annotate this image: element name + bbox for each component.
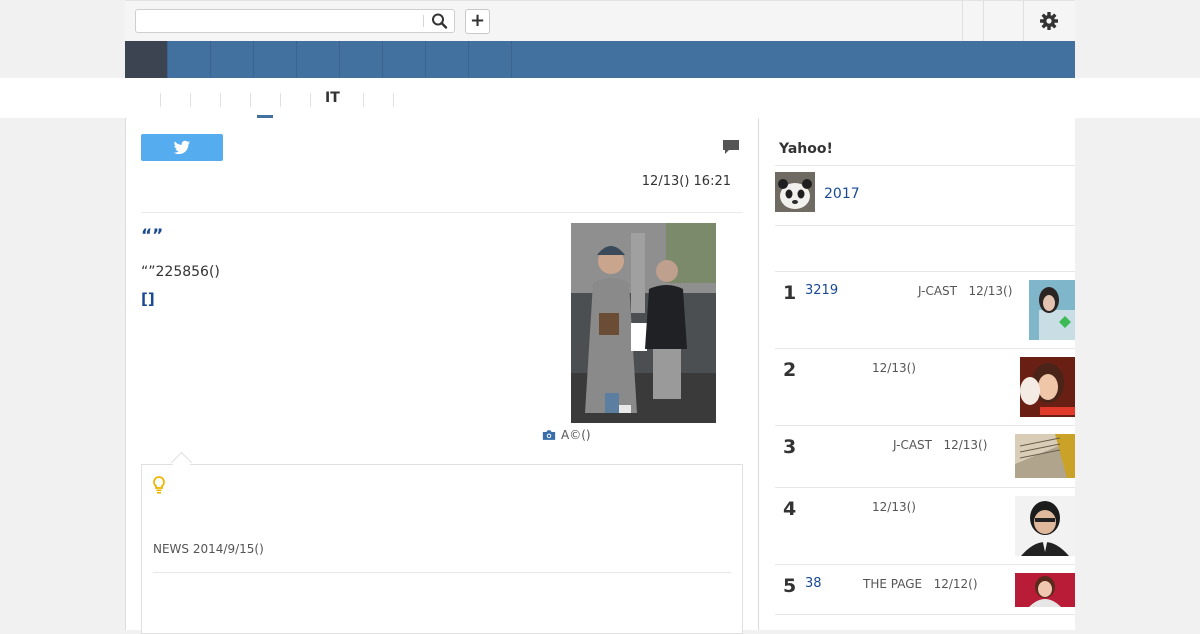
top-bar: +: [125, 0, 1075, 41]
sidebar-header: Yahoo!: [779, 141, 833, 157]
toolbar-divider: [1023, 1, 1024, 41]
rank-source: J-CAST 12/13(): [918, 284, 1013, 298]
ranking-item[interactable]: 2 12/13(): [775, 349, 1075, 426]
rank-source: J-CAST 12/13(): [893, 438, 988, 452]
rank-source: 12/13(): [872, 500, 916, 514]
nav-item[interactable]: [211, 41, 254, 78]
twitter-icon: [173, 140, 191, 155]
subnav-divider: [250, 93, 251, 107]
ranking-item[interactable]: 3 J-CAST 12/13(): [775, 426, 1075, 488]
tweet-button[interactable]: [141, 134, 223, 161]
sub-nav: [0, 78, 1200, 118]
add-button[interactable]: +: [465, 9, 490, 34]
rank-number: 2: [783, 359, 797, 381]
rank-link[interactable]: 3219: [805, 283, 838, 298]
rank-source: 12/13(): [872, 361, 916, 375]
search-input[interactable]: [136, 10, 433, 32]
subnav-item-it[interactable]: IT: [325, 90, 340, 106]
toolbar-divider: [983, 1, 984, 41]
article-headline[interactable]: “”: [141, 226, 163, 246]
nav-item-active[interactable]: [125, 41, 168, 78]
nav-item[interactable]: [254, 41, 297, 78]
feature-thumbnail[interactable]: [775, 172, 815, 212]
rank-number: 3: [783, 436, 797, 458]
rank-thumbnail: [1015, 573, 1075, 607]
toolbar-divider: [962, 1, 963, 41]
divider: [775, 225, 1075, 226]
subnav-divider: [160, 93, 161, 107]
read-more-link[interactable]: []: [141, 290, 155, 308]
divider: [141, 212, 743, 213]
nav-item[interactable]: [469, 41, 512, 78]
feature-link[interactable]: 2017: [824, 186, 860, 202]
photo-caption: A©(): [542, 428, 591, 442]
rank-thumbnail: [1020, 357, 1075, 417]
subnav-divider: [190, 93, 191, 107]
rank-link[interactable]: 38: [805, 576, 822, 591]
divider: [775, 614, 1075, 615]
ranking-item[interactable]: 1 3219 J-CAST 12/13(): [775, 272, 1075, 349]
rank-number: 4: [783, 498, 797, 520]
rank-thumbnail: [1015, 496, 1075, 556]
article-body: “”225856(): [141, 264, 220, 280]
search-divider: [423, 15, 424, 27]
rank-source: THE PAGE 12/12(): [863, 577, 978, 591]
camera-icon: [542, 430, 556, 440]
subnav-divider: [310, 93, 311, 107]
ranking-item[interactable]: 5 38 THE PAGE 12/12(): [775, 565, 1075, 615]
article-date: 12/13() 16:21: [641, 174, 731, 189]
divider: [153, 572, 731, 573]
nav-item[interactable]: [426, 41, 469, 78]
rank-thumbnail: [1029, 280, 1075, 340]
category-nav: [125, 41, 1075, 78]
divider: [775, 165, 1075, 166]
nav-item[interactable]: [297, 41, 340, 78]
rank-number: 5: [783, 575, 797, 597]
rank-thumbnail: [1015, 434, 1075, 478]
subnav-divider: [363, 93, 364, 107]
subnav-divider: [280, 93, 281, 107]
search-icon[interactable]: [430, 12, 450, 30]
search-box: [135, 9, 455, 33]
nav-item[interactable]: [383, 41, 426, 78]
lightbulb-icon: [153, 476, 165, 494]
photo-caption-text: A©(): [561, 428, 591, 442]
gear-icon[interactable]: [1039, 11, 1059, 31]
ranking-item[interactable]: 4 12/13(): [775, 488, 1075, 565]
subnav-divider: [220, 93, 221, 107]
article-photo[interactable]: [571, 223, 716, 423]
comment-icon[interactable]: [722, 139, 740, 156]
rank-number: 1: [783, 282, 797, 304]
related-news-item[interactable]: NEWS 2014/9/15(): [153, 542, 264, 556]
nav-item[interactable]: [168, 41, 211, 78]
nav-item[interactable]: [340, 41, 383, 78]
subnav-divider: [393, 93, 394, 107]
